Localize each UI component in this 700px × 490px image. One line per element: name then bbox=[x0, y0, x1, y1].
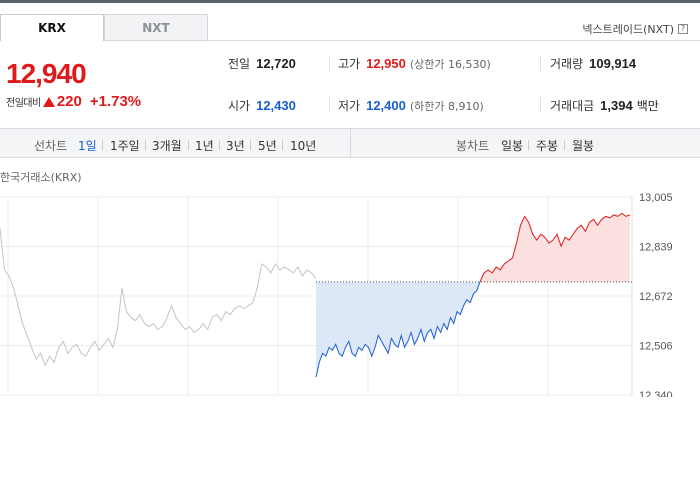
exchange-label: 한국거래소(KRX) bbox=[0, 171, 82, 184]
stat-label: 전일 bbox=[228, 57, 251, 71]
candle-weekly[interactable]: 주봉 bbox=[536, 137, 558, 154]
candle-chart-label: 봉차트 bbox=[456, 139, 490, 153]
period-separator bbox=[282, 140, 283, 150]
y-tick-label: 12,672 bbox=[639, 291, 673, 303]
period-separator bbox=[102, 140, 103, 150]
amount-unit: 백만 bbox=[636, 99, 659, 113]
y-tick-label: 13,005 bbox=[639, 192, 673, 204]
period-separator bbox=[250, 140, 251, 150]
tab-divider bbox=[208, 40, 700, 41]
stat-volume: 거래량 109,914 bbox=[550, 55, 636, 72]
stat-amount: 거래대금 1,394 백만 bbox=[550, 97, 659, 114]
tab-krx[interactable]: KRX bbox=[0, 14, 104, 41]
change-percent: +1.73% bbox=[89, 93, 142, 110]
stat-low: 저가 12,400 (하한가 8,910) bbox=[338, 97, 484, 114]
stat-label: 저가 bbox=[338, 99, 361, 113]
price-change: 전일대비 220 +1.73% bbox=[6, 93, 141, 110]
stat-value: 12,950 bbox=[366, 56, 406, 71]
stat-value: 109,914 bbox=[589, 56, 637, 71]
prev-day-line bbox=[0, 228, 317, 367]
stat-divider bbox=[540, 55, 541, 71]
stat-label: 고가 bbox=[338, 57, 361, 71]
period-1d[interactable]: 1일 bbox=[78, 137, 97, 154]
stat-value: 12,430 bbox=[256, 98, 296, 113]
period-5y[interactable]: 5년 bbox=[258, 137, 277, 154]
stat-high: 고가 12,950 (상한가 16,530) bbox=[338, 55, 491, 72]
y-tick-label: 12,839 bbox=[639, 242, 673, 254]
period-separator bbox=[564, 140, 565, 150]
y-axis-ticks: 13,005 12,839 12,672 12,506 12,340 bbox=[639, 192, 673, 397]
change-label: 전일대비 bbox=[6, 98, 41, 109]
y-tick-label: 12,340 bbox=[639, 390, 673, 397]
intraday-chart: 13,005 12,839 12,672 12,506 12,340 bbox=[0, 192, 673, 397]
candle-daily[interactable]: 일봉 bbox=[501, 137, 523, 154]
stat-prev-close: 전일 12,720 bbox=[228, 55, 296, 72]
stat-label: 시가 bbox=[228, 99, 251, 113]
current-price: 12,940 bbox=[6, 58, 87, 89]
tab-nxt[interactable]: NXT bbox=[104, 14, 208, 41]
stat-divider bbox=[329, 97, 330, 113]
period-bar: 선차트 1일 1주일 3개월 1년 3년 5년 10년 봉차트 일봉 주봉 월봉 bbox=[0, 128, 700, 158]
period-separator bbox=[528, 140, 529, 150]
stat-value: 1,394 bbox=[600, 98, 633, 113]
help-icon[interactable]: ? bbox=[678, 24, 688, 34]
stat-label: 거래량 bbox=[550, 57, 584, 71]
area-fill bbox=[316, 281, 480, 378]
stat-value: 12,720 bbox=[256, 56, 296, 71]
period-1y[interactable]: 1년 bbox=[195, 137, 214, 154]
period-3y[interactable]: 3년 bbox=[226, 137, 245, 154]
stat-value: 12,400 bbox=[366, 98, 406, 113]
line-chart-label: 선차트 bbox=[34, 139, 68, 153]
stat-divider bbox=[540, 97, 541, 113]
period-separator bbox=[145, 140, 146, 150]
upper-limit: (상한가 16,530) bbox=[409, 58, 491, 71]
period-10y[interactable]: 10년 bbox=[290, 137, 316, 154]
stat-label: 거래대금 bbox=[550, 99, 595, 113]
area-fill bbox=[480, 213, 630, 282]
nxt-source-link[interactable]: 넥스트레이드(NXT) ? bbox=[582, 21, 688, 37]
period-1w[interactable]: 1주일 bbox=[110, 137, 140, 154]
nxt-source-label: 넥스트레이드(NXT) bbox=[582, 23, 674, 36]
change-value: 220 bbox=[56, 93, 82, 110]
lower-limit: (하한가 8,910) bbox=[409, 100, 484, 113]
period-separator bbox=[188, 140, 189, 150]
period-3m[interactable]: 3개월 bbox=[152, 137, 182, 154]
period-bar-divider bbox=[350, 129, 351, 157]
top-border bbox=[0, 0, 700, 3]
stat-open: 시가 12,430 bbox=[228, 97, 296, 114]
y-tick-label: 12,506 bbox=[639, 341, 673, 353]
period-separator bbox=[219, 140, 220, 150]
exchange-tabs: KRX NXT bbox=[0, 14, 208, 41]
up-arrow-icon bbox=[42, 96, 55, 107]
stat-divider bbox=[329, 55, 330, 71]
candle-monthly[interactable]: 월봉 bbox=[572, 137, 594, 154]
